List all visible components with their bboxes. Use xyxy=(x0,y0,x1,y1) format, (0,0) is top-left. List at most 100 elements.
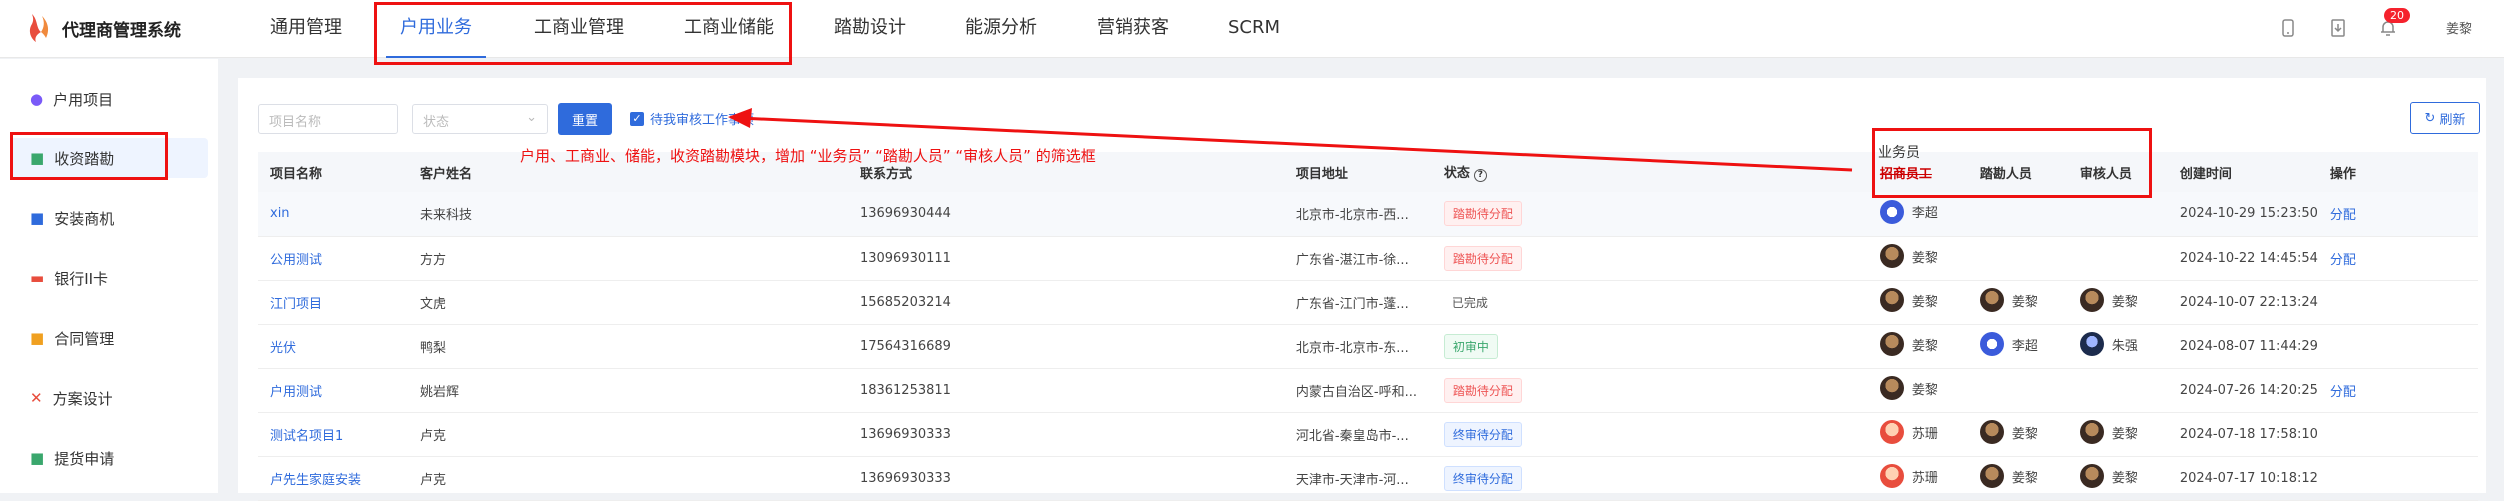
table-row[interactable]: 户用测试 姚岩辉 18361253811 内蒙古自治区-呼和... 踏勘待分配 姜黎 202… xyxy=(258,368,2478,413)
avatar xyxy=(1879,244,1904,268)
customer-cell: 鸭梨 xyxy=(407,324,848,369)
nav-marketing[interactable]: 营销获客 xyxy=(1097,0,1169,58)
assign-button[interactable]: 分配 xyxy=(2330,385,2356,400)
empty-cell xyxy=(2067,236,2168,281)
project-link[interactable]: 公用测试 xyxy=(270,253,322,268)
nav-commercial[interactable]: 工商业管理 xyxy=(534,0,624,58)
sidebar-item-bank-card[interactable]: ▬ 银行II卡 xyxy=(10,258,208,298)
person-name: 朱强 xyxy=(2111,338,2138,354)
chevron-down-icon: ⌄ xyxy=(526,110,537,125)
person-name: 姜黎 xyxy=(2011,470,2038,486)
avatar xyxy=(2079,288,2104,312)
person-name: 李超 xyxy=(2011,338,2038,354)
project-link[interactable]: 户用测试 xyxy=(270,385,322,400)
address-cell: 河北省-秦皇岛市-... xyxy=(1283,412,1432,457)
project-link[interactable]: 江门项目 xyxy=(270,297,322,312)
person-name: 姜黎 xyxy=(1911,382,1938,398)
nav-survey-design[interactable]: 踏勘设计 xyxy=(834,0,906,58)
assign-button[interactable]: 分配 xyxy=(2330,208,2356,223)
created-cell: 2024-07-18 17:58:10 xyxy=(2167,412,2318,457)
sidebar-item-contract[interactable]: ■ 合同管理 xyxy=(10,318,208,358)
status-badge: 初审中 xyxy=(1443,333,1498,359)
status-badge: 踏勘待分配 xyxy=(1443,245,1522,271)
sidebar-item-label: 安装商机 xyxy=(54,209,115,228)
survey-table: 项目名称 客户姓名 联系方式 项目地址 状态? 招商员工 踏勘人员 审核人员 创… xyxy=(258,152,2478,501)
person-cell: 苏珊 xyxy=(1867,412,1968,457)
sidebar-item-household-project[interactable]: ● 户用项目 xyxy=(10,79,208,119)
created-cell: 2024-10-07 22:13:24 xyxy=(2167,280,2318,325)
person-cell: 李超 xyxy=(1967,324,2068,369)
delivery-icon: ■ xyxy=(30,449,45,467)
project-link[interactable]: 测试名项目1 xyxy=(270,429,343,444)
project-link[interactable]: 卢先生家庭安装 xyxy=(270,473,361,488)
person-name: 姜黎 xyxy=(1911,294,1938,310)
table-row[interactable]: 卢先生家庭安装 卢克 13696930333 天津市-天津市-河... 终审待分配 苏珊 姜… xyxy=(258,456,2478,501)
avatar xyxy=(1979,288,2004,312)
assign-button[interactable]: 分配 xyxy=(2330,253,2356,268)
reset-button[interactable]: 重置 xyxy=(558,103,613,135)
table-row[interactable]: xin 未来科技 13696930444 北京市-北京市-西... 踏勘待分配 李超 202… xyxy=(258,192,2478,237)
help-icon[interactable]: ? xyxy=(1473,169,1487,182)
person-name: 姜黎 xyxy=(1911,250,1938,266)
pending-review-checkbox[interactable]: ✓ 待我审核工作事项 xyxy=(630,109,754,128)
empty-cell xyxy=(1967,368,2068,413)
table-row[interactable]: 测试名项目1 卢克 13696930333 河北省-秦皇岛市-... 终审待分配 苏珊 姜黎… xyxy=(258,412,2478,457)
nav-household[interactable]: 户用业务 xyxy=(386,0,486,58)
project-link[interactable]: 光伏 xyxy=(270,341,296,356)
person-cell: 朱强 xyxy=(2067,324,2168,369)
customer-cell: 卢克 xyxy=(407,456,848,501)
nav-scrm[interactable]: SCRM xyxy=(1228,0,1280,58)
project-name-input[interactable]: 项目名称 xyxy=(258,104,398,134)
avatar xyxy=(1879,288,1904,312)
col-project: 项目名称 xyxy=(270,166,323,182)
person-cell: 姜黎 xyxy=(1867,236,1968,281)
download-icon[interactable] xyxy=(2328,18,2348,38)
tools-icon: ✕ xyxy=(30,389,43,407)
sidebar-item-design[interactable]: ✕ 方案设计 xyxy=(10,378,208,418)
customer-cell: 卢克 xyxy=(407,412,848,457)
avatar xyxy=(2079,464,2104,488)
avatar xyxy=(1979,332,2004,356)
edit-icon: ■ xyxy=(30,209,45,227)
top-navigation-bar: 代理商管理系统 通用管理 户用业务 工商业管理 工商业储能 踏勘设计 能源分析 … xyxy=(0,0,2504,58)
person-name: 姜黎 xyxy=(2111,470,2138,486)
nav-energy-analysis[interactable]: 能源分析 xyxy=(965,0,1037,58)
brand[interactable]: 代理商管理系统 xyxy=(28,12,181,44)
address-cell: 广东省-湛江市-徐... xyxy=(1283,236,1432,281)
table-row[interactable]: 江门项目 文虎 15685203214 广东省-江门市-蓬... 已完成 姜黎 姜黎 姜黎 20… xyxy=(258,280,2478,325)
person-cell: 姜黎 xyxy=(2067,456,2168,501)
salesperson-label: 业务员 xyxy=(1878,145,1920,161)
user-name[interactable]: 姜黎 xyxy=(2446,18,2472,37)
annotation-text: 户用、工商业、储能，收资踏勘模块，增加 “业务员” “踏勘人员” “审核人员” … xyxy=(520,147,1096,165)
table-row[interactable]: 光伏 鸭梨 17564316689 北京市-北京市-东... 初审中 姜黎 李超 朱强 2024… xyxy=(258,324,2478,369)
created-cell: 2024-10-22 14:45:54 xyxy=(2167,236,2318,281)
sidebar-item-label: 合同管理 xyxy=(54,329,115,348)
person-cell: 姜黎 xyxy=(2067,412,2168,457)
sidebar-item-label: 收资踏勘 xyxy=(54,149,115,168)
project-link[interactable]: xin xyxy=(270,206,290,221)
address-cell: 天津市-天津市-河... xyxy=(1283,456,1432,501)
phone-cell: 17564316689 xyxy=(847,324,1284,369)
address-cell: 广东省-江门市-蓬... xyxy=(1283,280,1432,325)
empty-cell xyxy=(2067,192,2168,237)
customer-cell: 方方 xyxy=(407,236,848,281)
nav-commercial-storage[interactable]: 工商业储能 xyxy=(684,0,774,58)
sidebar-item-survey[interactable]: ■ 收资踏勘 xyxy=(10,138,208,178)
sidebar: ● 户用项目 ■ 收资踏勘 ■ 安装商机 ▬ 银行II卡 ■ 合同管理 ✕ 方案… xyxy=(0,59,218,493)
refresh-button[interactable]: ↻ 刷新 xyxy=(2410,102,2480,134)
person-name: 李超 xyxy=(1911,206,1938,222)
contract-icon: ■ xyxy=(30,329,45,347)
address-cell: 北京市-北京市-东... xyxy=(1283,324,1432,369)
status-select[interactable]: 状态 ⌄ xyxy=(412,104,548,134)
nav-general[interactable]: 通用管理 xyxy=(270,0,342,58)
sidebar-item-delivery[interactable]: ■ 提货申请 xyxy=(10,438,208,478)
sidebar-item-label: 方案设计 xyxy=(52,389,113,408)
table-row[interactable]: 公用测试 方方 13096930111 广东省-湛江市-徐... 踏勘待分配 姜黎 2024… xyxy=(258,236,2478,281)
customer-cell: 未来科技 xyxy=(407,192,848,237)
created-cell: 2024-07-26 14:20:25 xyxy=(2167,368,2318,413)
person-name: 姜黎 xyxy=(2011,426,2038,442)
customer-cell: 文虎 xyxy=(407,280,848,325)
mobile-icon[interactable] xyxy=(2278,18,2298,38)
sidebar-item-install[interactable]: ■ 安装商机 xyxy=(10,198,208,238)
status-badge: 终审待分配 xyxy=(1443,465,1522,491)
